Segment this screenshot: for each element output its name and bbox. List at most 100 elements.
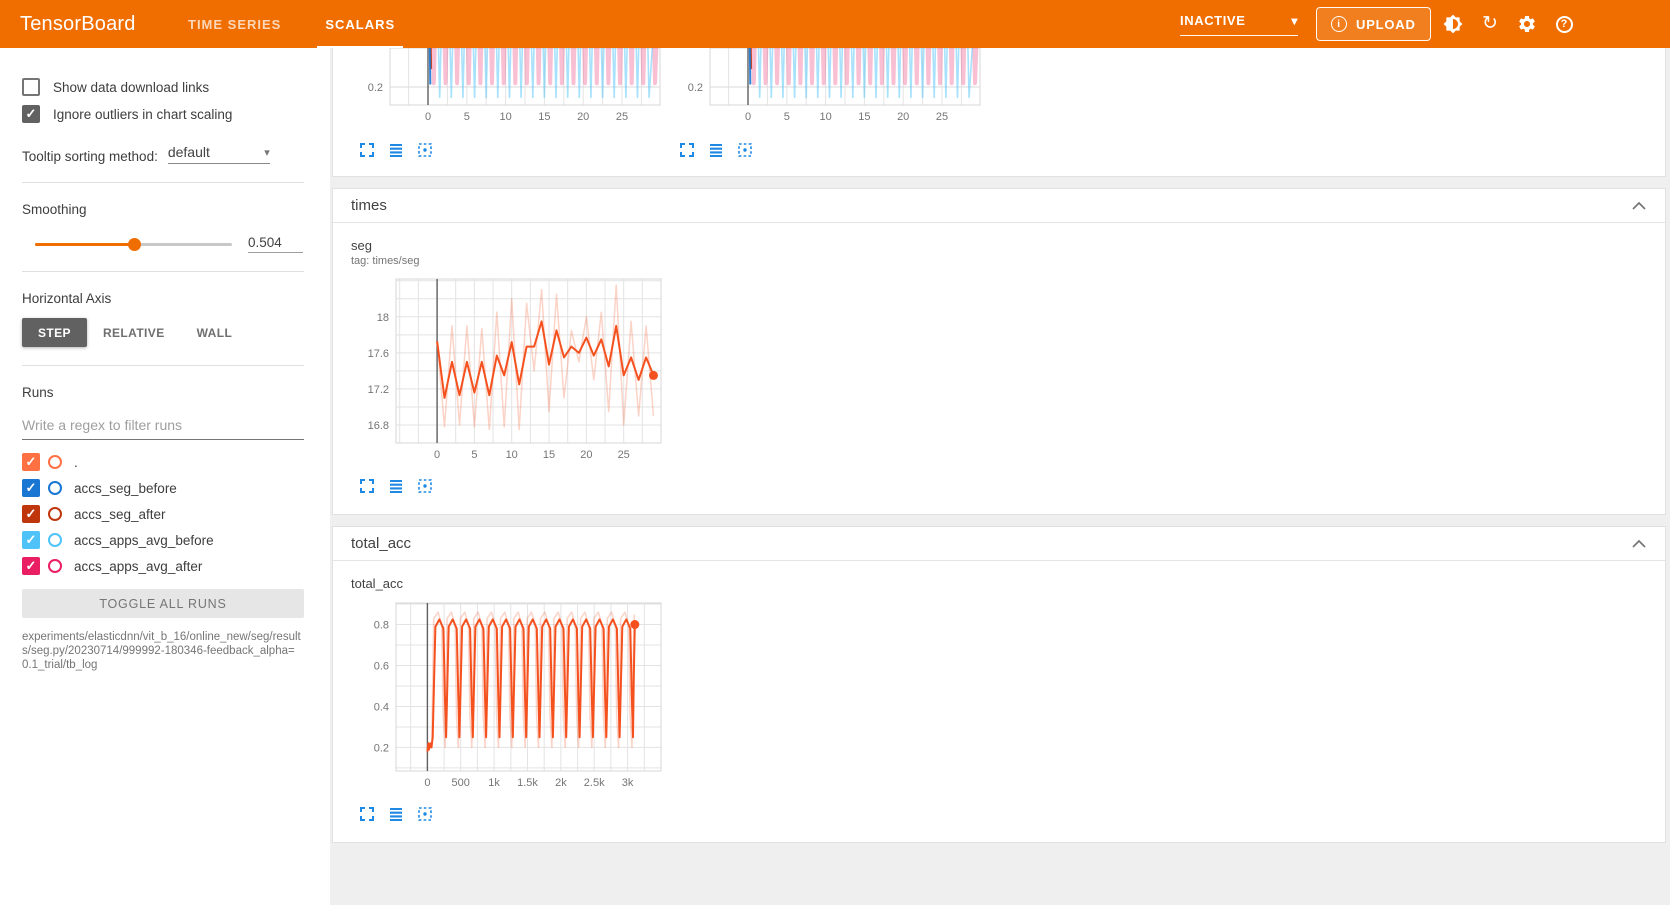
horizontal-axis-buttons: STEP RELATIVE WALL xyxy=(22,318,304,347)
run-item[interactable]: ✓ . xyxy=(22,449,304,475)
partial-chart-canvas-right[interactable]: 05101520250.2 xyxy=(665,48,985,129)
run-checkbox[interactable]: ✓ xyxy=(22,557,40,575)
svg-text:0: 0 xyxy=(434,449,440,461)
theme-toggle-icon[interactable] xyxy=(1443,14,1463,34)
tooltip-sorting-row: Tooltip sorting method: default ▾ xyxy=(22,144,304,164)
fit-domain-icon[interactable] xyxy=(417,478,433,494)
tab-scalars[interactable]: SCALARS xyxy=(303,0,417,48)
svg-text:10: 10 xyxy=(499,111,511,123)
svg-text:0.4: 0.4 xyxy=(374,702,389,714)
seg-chart-canvas[interactable]: 051015202516.817.217.618 xyxy=(351,273,697,470)
tooltip-sorting-select[interactable]: default ▾ xyxy=(168,144,270,164)
smoothing-value-input[interactable]: 0.504 xyxy=(248,235,303,253)
help-icon[interactable]: ? xyxy=(1554,14,1574,34)
divider xyxy=(22,365,304,366)
section-body: total_acc 05001k1.5k2k2.5k3k0.20.40.60.8 xyxy=(333,561,1665,842)
run-color-circle[interactable] xyxy=(48,481,62,495)
chart-actions xyxy=(665,142,985,158)
svg-text:0: 0 xyxy=(424,777,430,789)
run-label: accs_seg_after xyxy=(74,507,166,522)
svg-text:0: 0 xyxy=(425,111,431,123)
svg-text:17.6: 17.6 xyxy=(368,348,389,360)
run-label: accs_seg_before xyxy=(74,481,177,496)
svg-text:500: 500 xyxy=(452,777,470,789)
fullscreen-icon[interactable] xyxy=(359,142,375,158)
svg-text:0.2: 0.2 xyxy=(368,82,383,94)
svg-text:5: 5 xyxy=(471,449,477,461)
partial-chart-canvas-left[interactable]: 05101520250.2 xyxy=(345,48,665,129)
fit-domain-icon[interactable] xyxy=(417,806,433,822)
settings-gear-icon[interactable] xyxy=(1517,14,1537,34)
axis-relative-button[interactable]: RELATIVE xyxy=(87,318,181,347)
chart-actions xyxy=(345,142,665,158)
check-icon: ✓ xyxy=(26,531,37,549)
fit-domain-icon[interactable] xyxy=(417,142,433,158)
run-checkbox[interactable]: ✓ xyxy=(22,479,40,497)
collapse-chevron-icon[interactable] xyxy=(1631,201,1647,211)
fit-domain-icon[interactable] xyxy=(737,142,753,158)
run-item[interactable]: ✓ accs_seg_after xyxy=(22,501,304,527)
upload-button-label: UPLOAD xyxy=(1356,17,1416,32)
section-card-total-acc: total_acc total_acc 05001k1.5k2k2.5k3k0.… xyxy=(332,526,1666,843)
ignore-outliers-checkbox[interactable]: ✓ xyxy=(22,105,40,123)
check-icon: ✓ xyxy=(26,505,37,523)
run-checkbox[interactable]: ✓ xyxy=(22,531,40,549)
svg-text:10: 10 xyxy=(819,111,831,123)
tooltip-sorting-label: Tooltip sorting method: xyxy=(22,149,158,164)
upload-button[interactable]: i UPLOAD xyxy=(1316,7,1431,41)
check-icon: ✓ xyxy=(26,557,37,575)
flat-lines-icon[interactable] xyxy=(708,142,724,158)
flat-lines-icon[interactable] xyxy=(388,478,404,494)
collapse-chevron-icon[interactable] xyxy=(1631,539,1647,549)
run-item[interactable]: ✓ accs_seg_before xyxy=(22,475,304,501)
axis-step-button[interactable]: STEP xyxy=(22,318,87,347)
run-checkbox[interactable]: ✓ xyxy=(22,453,40,471)
chart-actions xyxy=(351,478,697,494)
runs-filter-wrap xyxy=(22,413,304,440)
runs-filter-input[interactable] xyxy=(22,413,304,440)
run-checkbox[interactable]: ✓ xyxy=(22,505,40,523)
chart-title: total_acc xyxy=(351,576,697,591)
scalar-chart-partial: 05101520250.2 xyxy=(665,48,985,176)
status-dropdown[interactable]: INACTIVE ▾ xyxy=(1180,13,1298,36)
tab-time-series[interactable]: TIME SERIES xyxy=(166,0,303,48)
section-card-times: times seg tag: times/seg 051015202516.81… xyxy=(332,188,1666,515)
flat-lines-icon[interactable] xyxy=(388,806,404,822)
run-item[interactable]: ✓ accs_apps_avg_before xyxy=(22,527,304,553)
svg-text:25: 25 xyxy=(618,449,630,461)
smoothing-slider[interactable] xyxy=(35,243,232,246)
horizontal-axis-label: Horizontal Axis xyxy=(22,291,304,306)
runs-list: ✓ . ✓ accs_seg_before ✓ accs_seg_after ✓… xyxy=(22,449,304,579)
show-download-links-checkbox[interactable] xyxy=(22,78,40,96)
show-download-links-row[interactable]: Show data download links xyxy=(22,74,304,100)
slider-thumb[interactable] xyxy=(128,238,141,251)
refresh-icon[interactable]: ↻ xyxy=(1480,14,1500,34)
svg-text:2k: 2k xyxy=(555,777,567,789)
divider xyxy=(22,182,304,183)
svg-text:25: 25 xyxy=(936,111,948,123)
app-header: TensorBoard TIME SERIES SCALARS INACTIVE… xyxy=(0,0,1670,48)
fullscreen-icon[interactable] xyxy=(359,806,375,822)
total-acc-chart-canvas[interactable]: 05001k1.5k2k2.5k3k0.20.40.60.8 xyxy=(351,597,697,798)
flat-lines-icon[interactable] xyxy=(388,142,404,158)
runs-label: Runs xyxy=(22,385,304,400)
run-color-circle[interactable] xyxy=(48,559,62,573)
run-color-circle[interactable] xyxy=(48,533,62,547)
run-item[interactable]: ✓ accs_apps_avg_after xyxy=(22,553,304,579)
run-color-circle[interactable] xyxy=(48,455,62,469)
svg-text:0: 0 xyxy=(745,111,751,123)
section-header-total-acc[interactable]: total_acc xyxy=(333,527,1665,561)
fullscreen-icon[interactable] xyxy=(359,478,375,494)
axis-wall-button[interactable]: WALL xyxy=(181,318,249,347)
svg-text:5: 5 xyxy=(464,111,470,123)
section-body: seg tag: times/seg 051015202516.817.217.… xyxy=(333,223,1665,514)
ignore-outliers-row[interactable]: ✓ Ignore outliers in chart scaling xyxy=(22,101,304,127)
fullscreen-icon[interactable] xyxy=(679,142,695,158)
experiment-path: experiments/elasticdnn/vit_b_16/online_n… xyxy=(22,630,304,672)
toggle-all-runs-button[interactable]: TOGGLE ALL RUNS xyxy=(22,589,304,618)
settings-sidebar: Show data download links ✓ Ignore outlie… xyxy=(0,48,330,905)
run-color-circle[interactable] xyxy=(48,507,62,521)
info-icon: i xyxy=(1331,16,1347,32)
section-header-times[interactable]: times xyxy=(333,189,1665,223)
partial-chart-card: 05101520250.2 05101520250.2 xyxy=(332,48,1666,177)
